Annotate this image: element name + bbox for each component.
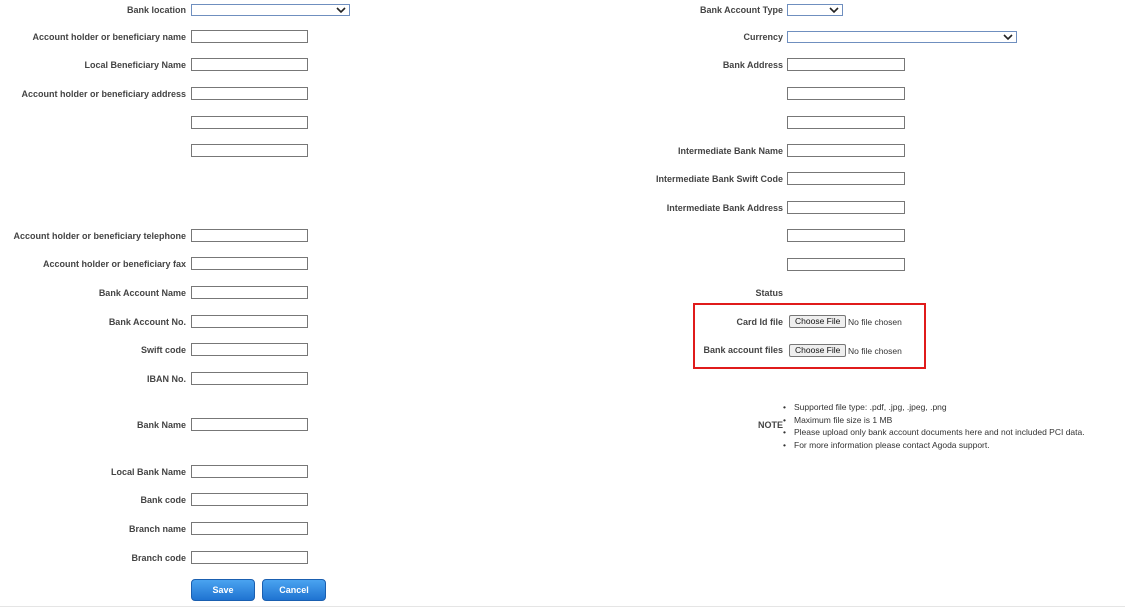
holder-address-line3-input[interactable] bbox=[191, 144, 308, 157]
bank-code-input[interactable] bbox=[191, 493, 308, 506]
bank-account-no-input[interactable] bbox=[191, 315, 308, 328]
holder-fax-input[interactable] bbox=[191, 257, 308, 270]
card-id-choose-file-button[interactable]: Choose File bbox=[789, 315, 847, 328]
status-label: Status bbox=[755, 288, 783, 298]
swift-code-input[interactable] bbox=[191, 343, 308, 356]
note-item: Supported file type: .pdf, .jpg, .jpeg, … bbox=[783, 401, 1085, 414]
holder-name-label: Account holder or beneficiary name bbox=[32, 32, 186, 42]
bank-location-select[interactable] bbox=[191, 4, 350, 16]
bank-account-choose-file-button[interactable]: Choose File bbox=[789, 344, 847, 357]
upload-highlight-box bbox=[693, 303, 926, 369]
card-id-file-status: No file chosen bbox=[848, 317, 902, 327]
holder-address-label: Account holder or beneficiary address bbox=[21, 89, 186, 99]
branch-code-input[interactable] bbox=[191, 551, 308, 564]
note-item: For more information please contact Agod… bbox=[783, 439, 1085, 452]
note-item: Maximum file size is 1 MB bbox=[783, 414, 1085, 427]
holder-fax-label: Account holder or beneficiary fax bbox=[42, 259, 186, 269]
intermediate-bank-name-input[interactable] bbox=[787, 144, 905, 157]
bank-account-type-label: Bank Account Type bbox=[699, 5, 783, 15]
local-bank-name-input[interactable] bbox=[191, 465, 308, 478]
note-list: Supported file type: .pdf, .jpg, .jpeg, … bbox=[783, 401, 1085, 451]
bank-address-line2-input[interactable] bbox=[787, 87, 905, 100]
currency-select[interactable] bbox=[787, 31, 1017, 43]
bank-location-label: Bank location bbox=[126, 5, 186, 15]
intermediate-bank-address-line1-input[interactable] bbox=[787, 201, 905, 214]
bank-code-label: Bank code bbox=[140, 495, 186, 505]
intermediate-bank-swift-input[interactable] bbox=[787, 172, 905, 185]
local-beneficiary-name-input[interactable] bbox=[191, 58, 308, 71]
chevron-down-icon bbox=[1003, 34, 1013, 41]
branch-name-label: Branch name bbox=[128, 524, 186, 534]
save-button[interactable]: Save bbox=[191, 579, 255, 601]
bank-address-line1-input[interactable] bbox=[787, 58, 905, 71]
holder-address-line2-input[interactable] bbox=[191, 116, 308, 129]
chevron-down-icon bbox=[336, 7, 346, 14]
bank-account-no-label: Bank Account No. bbox=[108, 317, 186, 327]
note-label: NOTE bbox=[757, 420, 783, 430]
note-item: Please upload only bank account document… bbox=[783, 426, 1085, 439]
local-bank-name-label: Local Bank Name bbox=[110, 467, 186, 477]
currency-label: Currency bbox=[743, 32, 783, 42]
branch-code-label: Branch code bbox=[131, 553, 186, 563]
holder-telephone-input[interactable] bbox=[191, 229, 308, 242]
intermediate-bank-address-line2-input[interactable] bbox=[787, 229, 905, 242]
holder-address-line1-input[interactable] bbox=[191, 87, 308, 100]
bank-name-input[interactable] bbox=[191, 418, 308, 431]
page-divider bbox=[0, 606, 1125, 607]
swift-code-label: Swift code bbox=[140, 345, 186, 355]
local-beneficiary-name-label: Local Beneficiary Name bbox=[84, 60, 186, 70]
bank-address-label: Bank Address bbox=[722, 60, 783, 70]
intermediate-bank-address-label: Intermediate Bank Address bbox=[666, 203, 783, 213]
intermediate-bank-swift-label: Intermediate Bank Swift Code bbox=[655, 174, 783, 184]
branch-name-input[interactable] bbox=[191, 522, 308, 535]
intermediate-bank-name-label: Intermediate Bank Name bbox=[677, 146, 783, 156]
bank-account-files-label: Bank account files bbox=[703, 345, 783, 355]
cancel-button[interactable]: Cancel bbox=[262, 579, 326, 601]
chevron-down-icon bbox=[829, 7, 839, 14]
iban-no-input[interactable] bbox=[191, 372, 308, 385]
bank-account-type-select[interactable] bbox=[787, 4, 843, 16]
intermediate-bank-address-line3-input[interactable] bbox=[787, 258, 905, 271]
bank-name-label: Bank Name bbox=[136, 420, 186, 430]
holder-telephone-label: Account holder or beneficiary telephone bbox=[13, 231, 186, 241]
card-id-file-label: Card Id file bbox=[736, 317, 783, 327]
bank-account-name-label: Bank Account Name bbox=[98, 288, 186, 298]
holder-name-input[interactable] bbox=[191, 30, 308, 43]
bank-account-name-input[interactable] bbox=[191, 286, 308, 299]
bank-account-file-status: No file chosen bbox=[848, 346, 902, 356]
bank-address-line3-input[interactable] bbox=[787, 116, 905, 129]
iban-no-label: IBAN No. bbox=[147, 374, 186, 384]
